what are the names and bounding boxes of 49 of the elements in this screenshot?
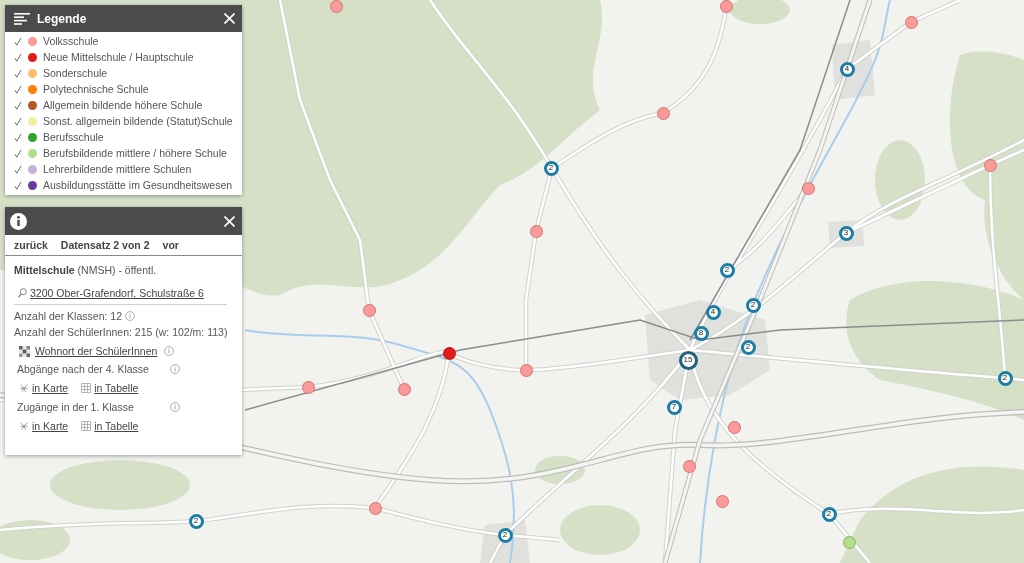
check-icon[interactable] bbox=[14, 164, 22, 174]
table-icon bbox=[81, 383, 92, 393]
residence-link[interactable]: Wohnort der SchülerInnen bbox=[35, 343, 158, 359]
legend-label: Berufsschule bbox=[43, 131, 104, 143]
table-link[interactable]: in Tabelle bbox=[94, 418, 139, 434]
school-type-text: Mittelschule (NMSH) - öffentl. bbox=[14, 263, 157, 278]
legend-label: Ausbildungsstätte im Gesundheitswesen bbox=[43, 179, 233, 191]
check-icon[interactable] bbox=[14, 68, 22, 78]
check-icon[interactable] bbox=[14, 180, 22, 190]
close-icon[interactable] bbox=[224, 13, 235, 24]
check-icon[interactable] bbox=[14, 116, 22, 126]
grid-icon bbox=[19, 345, 30, 357]
info-icon bbox=[10, 212, 27, 230]
table-icon bbox=[81, 421, 92, 431]
check-icon[interactable] bbox=[14, 148, 22, 158]
map-link[interactable]: in Karte bbox=[32, 418, 69, 434]
check-icon[interactable] bbox=[14, 100, 22, 110]
legend-label: Neue Mittelschule / Hauptschule bbox=[43, 51, 194, 63]
record-counter: Datensatz 2 von 2 bbox=[60, 239, 150, 251]
panel-title: Legende bbox=[37, 11, 87, 26]
radiating-lines-icon bbox=[20, 384, 28, 392]
info-icon[interactable] bbox=[125, 311, 135, 321]
close-icon[interactable] bbox=[224, 215, 235, 227]
section-title: Zugänge in der 1. Klasse bbox=[17, 400, 135, 415]
back-button[interactable]: zurück bbox=[14, 239, 48, 251]
fact-text: Anzahl der SchülerInnen: 215 (w: 102/m: 113) bbox=[14, 325, 228, 340]
list-icon[interactable] bbox=[14, 12, 30, 25]
search-icon[interactable] bbox=[18, 288, 27, 298]
check-icon[interactable] bbox=[14, 132, 22, 142]
info-icon[interactable] bbox=[170, 364, 180, 374]
check-icon[interactable] bbox=[14, 36, 22, 46]
next-button[interactable]: vor bbox=[162, 239, 179, 251]
info-icon[interactable] bbox=[170, 402, 180, 412]
info-icon[interactable] bbox=[164, 346, 175, 356]
section-title: Abgänge nach der 4. Klasse bbox=[17, 362, 150, 377]
fact-text: Anzahl der Klassen: 12 bbox=[14, 309, 122, 324]
address-link[interactable]: 3200 Ober-Grafendorf, Schulstraße 6 bbox=[30, 285, 204, 301]
check-icon[interactable] bbox=[14, 84, 22, 94]
legend-label: Polytechnische Schule bbox=[43, 83, 149, 95]
table-link[interactable]: in Tabelle bbox=[94, 380, 139, 396]
radiating-lines-icon bbox=[20, 422, 28, 430]
legend-label: Berufsbildende mittlere / höhere Schule bbox=[43, 147, 227, 159]
map-link[interactable]: in Karte bbox=[32, 380, 69, 396]
legend-label: Sonderschule bbox=[43, 67, 108, 79]
check-icon[interactable] bbox=[14, 52, 22, 62]
legend-label: Lehrerbildende mittlere Schulen bbox=[43, 163, 192, 175]
legend-label: Volksschule bbox=[43, 35, 99, 47]
legend-label: Allgemein bildende höhere Schule bbox=[43, 99, 203, 111]
legend-label: Sonst. allgemein bildende (Statut)Schule bbox=[43, 115, 233, 127]
